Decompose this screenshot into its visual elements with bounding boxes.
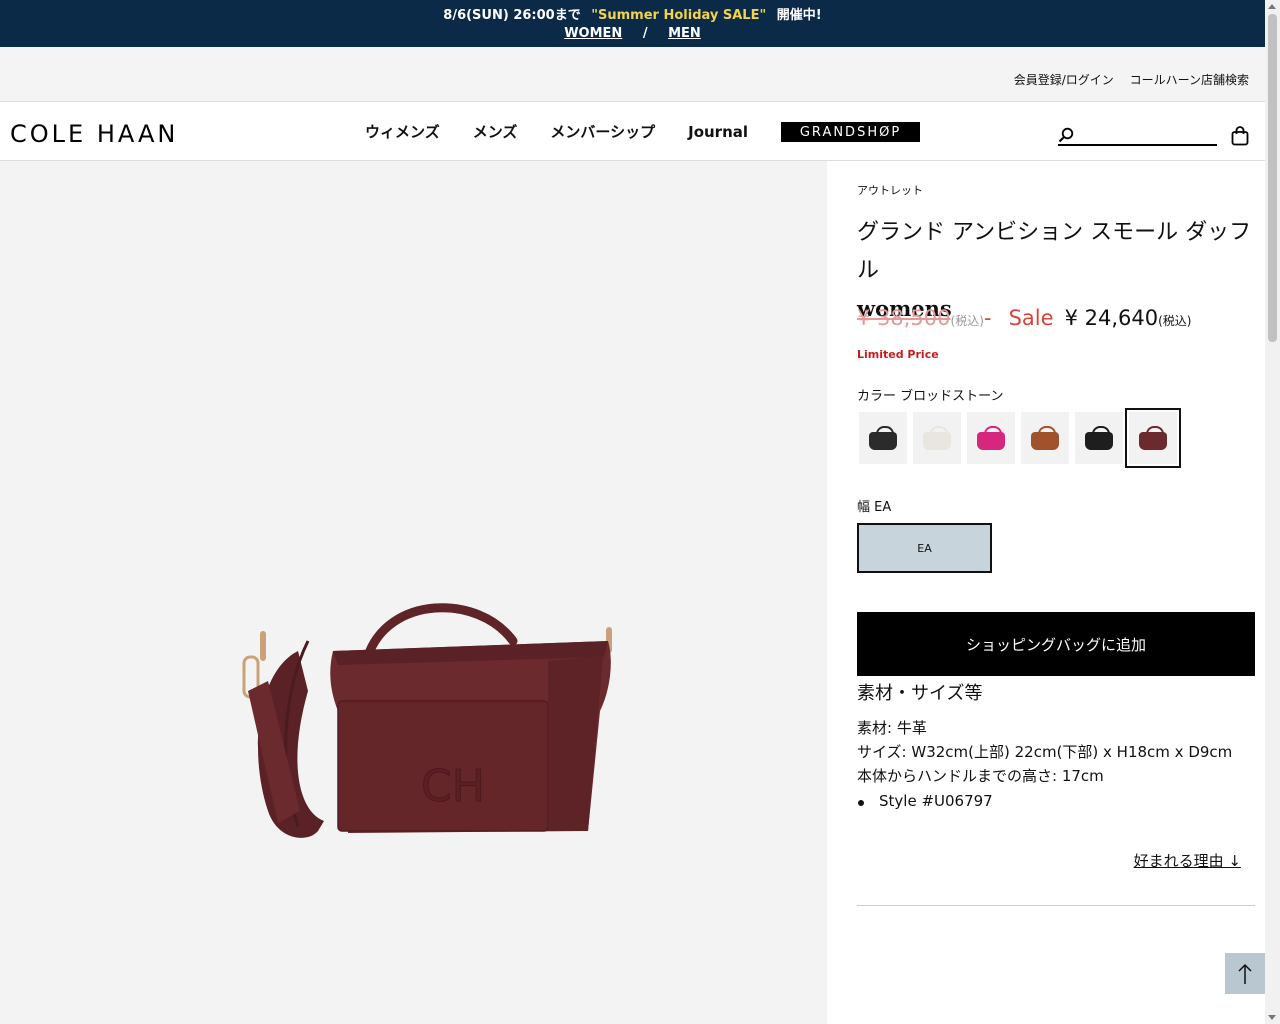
swatch-bag-thumbnail: [923, 426, 951, 450]
main-nav: ウィメンズ メンズ メンバーシップ Journal GRANDSHØP: [365, 102, 921, 161]
spec-list: Style #U06797: [857, 792, 993, 810]
product-category[interactable]: アウトレット: [857, 182, 923, 198]
swatch-bag-thumbnail: [1031, 426, 1059, 450]
promo-suffix: 開催中!: [776, 8, 822, 23]
color-swatch-pink[interactable]: [967, 412, 1015, 464]
color-swatch-brown[interactable]: [1021, 412, 1069, 464]
nav-membership[interactable]: メンバーシップ: [550, 121, 655, 142]
product-page: 8/6(SUN) 26:00まで "Summer Holiday SALE" 開…: [0, 0, 1280, 1024]
spec-handle-height: 本体からハンドルまでの高さ: 17cm: [857, 767, 1104, 785]
price-row: ¥ 38,500(税込)- Sale ¥ 24,640(税込): [857, 306, 1192, 330]
sale-price: ¥ 24,640: [1064, 306, 1159, 330]
width-option-ea[interactable]: EA: [857, 523, 992, 573]
original-price: ¥ 38,500: [857, 306, 951, 330]
utility-bar: 会員登録/ログイン コールハーン店舗検索: [0, 47, 1265, 102]
width-label: 幅 EA: [857, 500, 892, 515]
color-swatch-black[interactable]: [859, 412, 907, 464]
spec-details: 素材: 牛革 サイズ: W32cm(上部) 22cm(下部) x H18cm x…: [857, 716, 1232, 788]
arrow-up-icon: [1238, 963, 1252, 984]
promo-men-link[interactable]: MEN: [668, 26, 701, 41]
add-to-bag-button[interactable]: ショッピングバッグに追加: [857, 612, 1255, 676]
color-swatch-black-2[interactable]: [1075, 412, 1123, 464]
search-icon[interactable]: [1058, 127, 1074, 143]
color-swatches: [857, 408, 1181, 468]
price-dash: -: [983, 306, 992, 330]
promo-separator: /: [642, 26, 648, 41]
page-scrollbar[interactable]: [1265, 0, 1280, 1024]
section-divider: [857, 905, 1255, 906]
login-link[interactable]: 会員登録/ログイン: [1014, 73, 1114, 87]
color-swatch-bloodstone[interactable]: [1125, 408, 1181, 468]
original-tax: (税込): [950, 314, 984, 328]
spec-title: 素材・サイズ等: [857, 683, 983, 704]
search-box: [1058, 126, 1217, 146]
utility-links: 会員登録/ログイン コールハーン店舗検索: [1002, 71, 1249, 88]
spec-material: 素材: 牛革: [857, 719, 927, 737]
store-search-link[interactable]: コールハーン店舗検索: [1130, 73, 1249, 87]
svg-text:CH: CH: [421, 761, 485, 812]
search-input[interactable]: [1080, 126, 1215, 144]
swatch-bag-thumbnail: [1085, 426, 1113, 450]
promo-women-link[interactable]: WOMEN: [564, 26, 622, 41]
nav-journal[interactable]: Journal: [688, 123, 748, 141]
swatch-bag-thumbnail: [977, 426, 1005, 450]
brand-logo[interactable]: COLE HAAN: [10, 120, 178, 148]
nav-mens[interactable]: メンズ: [473, 121, 518, 142]
product-image[interactable]: CH: [238, 601, 628, 846]
style-number: Style #U06797: [857, 792, 993, 810]
promo-banner: 8/6(SUN) 26:00まで "Summer Holiday SALE" 開…: [0, 0, 1265, 47]
promo-message: 8/6(SUN) 26:00まで "Summer Holiday SALE" 開…: [0, 4, 1265, 23]
color-label: カラー ブロッドストーン: [857, 389, 1004, 404]
back-to-top-button[interactable]: [1225, 953, 1265, 994]
swatch-bag-thumbnail: [1139, 426, 1167, 450]
reasons-link[interactable]: 好まれる理由 ↓: [1134, 850, 1241, 871]
shopping-bag-icon[interactable]: [1231, 126, 1249, 146]
nav-grandshop[interactable]: GRANDSHØP: [781, 121, 921, 142]
color-swatch-white[interactable]: [913, 412, 961, 464]
swatch-bag-thumbnail: [869, 426, 897, 450]
limited-price-badge: Limited Price: [857, 348, 939, 361]
sale-tax: (税込): [1158, 314, 1192, 328]
scroll-down-arrow-icon[interactable]: [1268, 1015, 1276, 1020]
site-header: COLE HAAN ウィメンズ メンズ メンバーシップ Journal GRAN…: [0, 102, 1265, 161]
promo-sale-name: "Summer Holiday SALE": [591, 8, 767, 23]
sale-label: Sale: [1008, 306, 1054, 330]
product-image-area: CH: [0, 161, 827, 1024]
promo-links: WOMEN / MEN: [0, 26, 1265, 41]
scroll-thumb[interactable]: [1268, 14, 1277, 342]
promo-date: 8/6(SUN) 26:00まで: [443, 8, 581, 23]
scroll-up-arrow-icon[interactable]: [1268, 4, 1276, 9]
spec-size: サイズ: W32cm(上部) 22cm(下部) x H18cm x D9cm: [857, 743, 1233, 761]
product-title-text: グランド アンビション スモール ダッフル: [857, 220, 1252, 283]
nav-womens[interactable]: ウィメンズ: [365, 121, 440, 142]
